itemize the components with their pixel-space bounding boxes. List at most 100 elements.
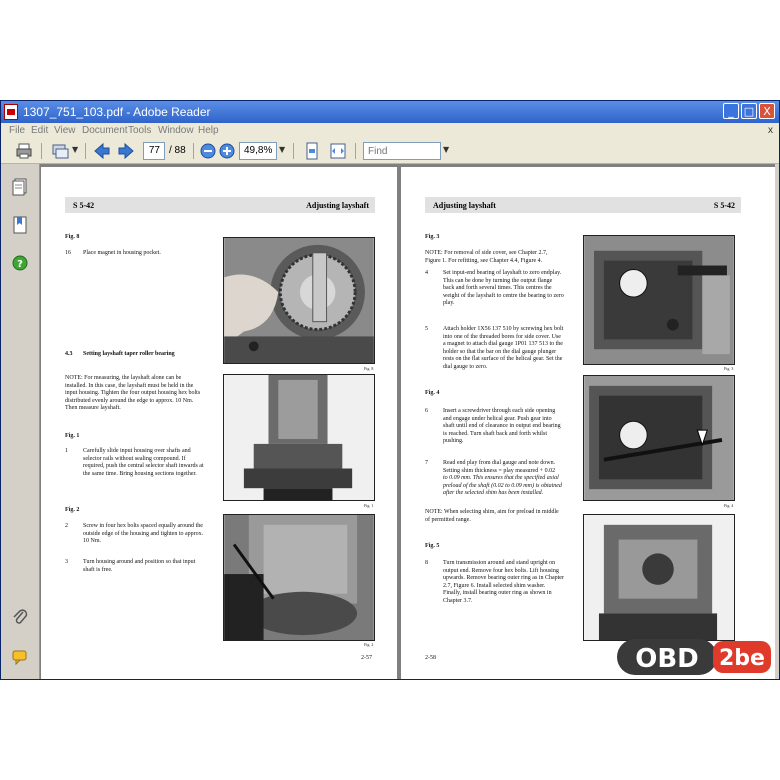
step-number: 3 bbox=[65, 559, 68, 565]
figure-photo-input-housing bbox=[223, 374, 375, 501]
chevron-down-icon[interactable]: ▼ bbox=[72, 145, 78, 163]
email-share-icon[interactable] bbox=[51, 142, 69, 160]
figure-caption: Fig. 8 bbox=[364, 366, 374, 371]
step-text-block: Read end play from dial gauge and note d… bbox=[443, 460, 583, 498]
step-line: holder so that the bar on the dial gauge… bbox=[443, 348, 557, 355]
step-number: 1 bbox=[65, 448, 68, 454]
pdf-app-icon bbox=[4, 104, 18, 120]
page-header-bar: Adjusting layshaft S 5-42 bbox=[425, 197, 741, 213]
step-line: upwards. Remove bearing outer ring as in… bbox=[443, 575, 564, 581]
note-line: NOTE: When selecting shim, aim for prelo… bbox=[425, 509, 559, 515]
figure-photo-screwdriver-gauge bbox=[583, 375, 735, 501]
obd2be-watermark-logo: OBD 2be bbox=[617, 639, 771, 675]
maximize-button[interactable]: □ bbox=[741, 103, 757, 119]
step-line: Carefully slide input housing over shaft… bbox=[83, 448, 191, 454]
document-close-button[interactable]: x bbox=[768, 125, 773, 136]
menu-edit[interactable]: Edit bbox=[31, 125, 48, 136]
minimize-button[interactable]: _ bbox=[723, 103, 739, 119]
step-line: 2.7, Figure 6. Install selected shim was… bbox=[443, 582, 546, 589]
previous-page-icon[interactable] bbox=[93, 142, 111, 160]
step-line: Screw in four hex bolts spaced equally a… bbox=[83, 523, 203, 529]
menu-file[interactable]: File bbox=[9, 125, 25, 136]
step-text-block: Set input-end bearing of layshaft to zer… bbox=[443, 270, 583, 308]
page-number: 2-57 bbox=[361, 655, 372, 661]
section-number: 4.3 bbox=[65, 351, 73, 357]
step-text-block: Carefully slide input housing over shaft… bbox=[83, 448, 223, 478]
step-line: Set input-end bearing of layshaft to zer… bbox=[443, 270, 562, 276]
step-line: Turn transmission around and stand uprig… bbox=[443, 560, 556, 566]
step-text-block: Attach holder 1X56 137 510 by screwing h… bbox=[443, 326, 583, 371]
figure-photo-transmission-upright bbox=[583, 514, 735, 641]
note-block: NOTE: When selecting shim, aim for prelo… bbox=[425, 509, 581, 524]
menu-window[interactable]: Window bbox=[158, 125, 194, 136]
note-line: NOTE: For measuring, the layshaft alone … bbox=[65, 375, 182, 381]
find-input[interactable] bbox=[363, 142, 441, 160]
navigation-sidebar: ? bbox=[1, 164, 40, 679]
zoom-out-icon[interactable] bbox=[199, 142, 217, 160]
toolbar-separator bbox=[293, 143, 294, 159]
menu-bar: File Edit View Document Tools Window Hel… bbox=[1, 123, 779, 139]
figure-photo-dial-gauge-holder bbox=[583, 235, 735, 365]
chevron-down-icon[interactable]: ▼ bbox=[443, 145, 449, 163]
figure-label: Fig. 5 bbox=[425, 543, 440, 549]
menu-tools[interactable]: Tools bbox=[128, 125, 151, 136]
toolbar-separator bbox=[85, 143, 86, 159]
step-line: shaft is free. bbox=[83, 566, 113, 573]
zoom-level-input[interactable]: 49,8% bbox=[239, 142, 277, 160]
figure-label: Fig. 3 bbox=[425, 234, 440, 240]
step-text-block: Insert a screwdriver through each side o… bbox=[443, 408, 583, 446]
print-icon[interactable] bbox=[15, 142, 33, 160]
title-bar[interactable]: 1307_751_103.pdf - Adobe Reader _ □ X bbox=[1, 101, 779, 123]
step-line: and engage under helical gear. Push gear… bbox=[443, 415, 552, 422]
step-line: Setting shim thickness = play measured +… bbox=[443, 467, 556, 474]
step-text: Place magnet in housing pocket. bbox=[83, 250, 161, 256]
step-line: a magnet to attach dial gauge 1P01 137 5… bbox=[443, 341, 563, 347]
step-number: 4 bbox=[425, 270, 428, 276]
step-text-block: Turn housing around and position so that… bbox=[83, 559, 223, 574]
note-block: NOTE: For measuring, the layshaft alone … bbox=[65, 375, 217, 413]
pages-icon[interactable] bbox=[12, 178, 28, 196]
page-number-input[interactable]: 77 bbox=[143, 142, 165, 160]
help-icon[interactable]: ? bbox=[12, 254, 28, 272]
figure-label: Fig. 4 bbox=[425, 390, 440, 396]
zoom-in-icon[interactable] bbox=[218, 142, 236, 160]
watermark-text-obd: OBD bbox=[635, 644, 699, 674]
step-number: 7 bbox=[425, 460, 428, 466]
next-page-icon[interactable] bbox=[117, 142, 135, 160]
step-line: weight of the layshaft to centre the bea… bbox=[443, 292, 564, 299]
bookmarks-icon[interactable] bbox=[12, 216, 28, 234]
step-line: Turn housing around and position so that… bbox=[83, 559, 196, 565]
vertical-scrollbar[interactable] bbox=[775, 164, 779, 679]
menu-view[interactable]: View bbox=[54, 125, 76, 136]
note-line: Figure 1. For refitting, see Chapter 4.4… bbox=[425, 257, 543, 264]
step-number: 16 bbox=[65, 250, 71, 256]
document-area: ? S 5-42 Adjusting layshaft Fig. 8 16 Pl… bbox=[1, 164, 779, 679]
page-heading: Adjusting layshaft bbox=[433, 201, 496, 210]
step-line: back and forth several times. This centr… bbox=[443, 285, 552, 291]
step-line: Attach holder 1X56 137 510 by screwing h… bbox=[443, 326, 564, 332]
chevron-down-icon[interactable]: ▼ bbox=[279, 145, 285, 163]
close-button[interactable]: X bbox=[759, 103, 775, 119]
adobe-reader-window: 1307_751_103.pdf - Adobe Reader _ □ X Fi… bbox=[0, 100, 780, 680]
step-line: outside edge of the housing and tighten … bbox=[83, 530, 204, 537]
step-number: 2 bbox=[65, 523, 68, 529]
step-text-block: Turn transmission around and stand uprig… bbox=[443, 560, 583, 605]
figure-photo-gear-magnet bbox=[223, 237, 375, 364]
menu-document[interactable]: Document bbox=[82, 125, 128, 136]
menu-help[interactable]: Help bbox=[198, 125, 219, 136]
note-block: NOTE: For removal of side cover, see Cha… bbox=[425, 250, 581, 265]
fit-page-icon[interactable] bbox=[303, 142, 321, 160]
fit-width-icon[interactable] bbox=[329, 142, 347, 160]
page-number: 2-58 bbox=[425, 655, 436, 661]
step-line: pushing. bbox=[443, 438, 464, 444]
step-line: output end. Remove four hex bolts. Lift … bbox=[443, 567, 559, 574]
page-header-bar: S 5-42 Adjusting layshaft bbox=[65, 197, 375, 213]
attachments-icon[interactable] bbox=[12, 608, 28, 626]
figure-caption: Fig. 3 bbox=[724, 366, 734, 371]
figure-caption: Fig. 1 bbox=[364, 503, 374, 508]
window-title: 1307_751_103.pdf - Adobe Reader bbox=[23, 105, 211, 119]
figure-photo-housing-bolts bbox=[223, 514, 375, 641]
step-line: Read end play from dial gauge and note d… bbox=[443, 460, 556, 466]
figure-label: Fig. 2 bbox=[65, 507, 80, 513]
comments-icon[interactable] bbox=[12, 648, 28, 666]
